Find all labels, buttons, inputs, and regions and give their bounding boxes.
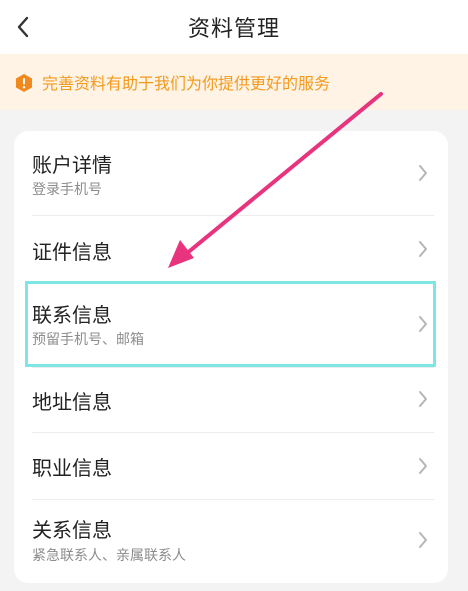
chevron-right-icon	[419, 458, 427, 474]
menu-item-label: 地址信息	[32, 390, 112, 414]
menu-item-address-info[interactable]: 地址信息	[14, 368, 448, 432]
menu-item-sublabel: 预留手机号、邮箱	[32, 332, 144, 348]
chevron-right-icon	[419, 532, 427, 548]
chevron-right-icon	[419, 165, 427, 181]
page-title: 资料管理	[187, 17, 280, 42]
menu-item-sublabel: 登录手机号	[32, 182, 102, 198]
menu-item-label: 账户详情	[32, 153, 112, 177]
menu-item-contact-info[interactable]: 联系信息 预留手机号、邮箱	[14, 283, 448, 367]
menu-item-id-info[interactable]: 证件信息	[14, 216, 448, 282]
menu-item-label: 联系信息	[32, 303, 112, 327]
chevron-right-icon	[419, 316, 427, 332]
notice-banner: 完善资料有助于我们为你提供更好的服务	[0, 54, 468, 110]
warning-hexagon-icon	[16, 74, 32, 92]
menu-item-occupation-info[interactable]: 职业信息	[14, 433, 448, 499]
nav-bar: 资料管理	[0, 0, 468, 54]
menu-item-sublabel: 紧急联系人、亲属联系人	[32, 548, 186, 564]
chevron-right-icon	[419, 391, 427, 407]
notice-text: 完善资料有助于我们为你提供更好的服务	[42, 74, 331, 93]
chevron-right-icon	[419, 241, 427, 257]
menu-item-label: 职业信息	[32, 456, 112, 480]
profile-menu-card: 账户详情 登录手机号 证件信息 联系信息 预留手机号、邮箱 地址信息 职业信息	[14, 131, 448, 583]
menu-item-label: 证件信息	[32, 240, 112, 264]
menu-item-relationship-info[interactable]: 关系信息 紧急联系人、亲属联系人	[14, 500, 448, 583]
menu-item-account-details[interactable]: 账户详情 登录手机号	[14, 131, 448, 215]
menu-item-label: 关系信息	[32, 518, 112, 542]
